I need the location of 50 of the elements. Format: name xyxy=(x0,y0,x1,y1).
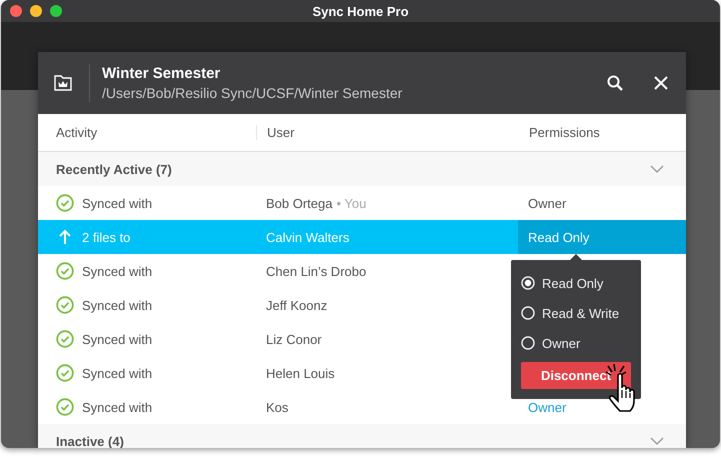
window-title: Sync Home Pro xyxy=(312,4,409,18)
permission-option[interactable]: Read & Write xyxy=(521,298,631,328)
user-name: Kos xyxy=(266,400,288,414)
user-name: Chen Lin’s Drobo xyxy=(266,264,366,278)
activity-text: 2 files to xyxy=(82,230,130,244)
folder-title: Winter Semester xyxy=(102,65,222,82)
check-circle-icon xyxy=(56,398,74,416)
option-label: Read Only xyxy=(542,276,604,290)
user-name: Jeff Koonz xyxy=(266,298,328,312)
chevron-down-icon[interactable] xyxy=(650,165,664,173)
radio-button[interactable] xyxy=(521,276,535,290)
zoom-window-button[interactable] xyxy=(50,5,62,17)
group-label: Recently Active (7) xyxy=(56,162,172,176)
minimize-window-button[interactable] xyxy=(30,5,42,17)
user-name: Calvin Walters xyxy=(266,230,350,244)
user-name: Liz Conor xyxy=(266,332,322,346)
activity-text: Synced with xyxy=(82,366,152,380)
search-button[interactable] xyxy=(606,74,624,92)
check-circle-icon xyxy=(56,296,74,314)
check-circle-icon xyxy=(56,330,74,348)
user-name: Bob Ortega xyxy=(266,196,332,210)
group-header[interactable]: Inactive (4) xyxy=(38,424,686,448)
check-circle-icon xyxy=(56,194,74,212)
option-label: Read & Write xyxy=(542,306,620,320)
column-header[interactable]: Permissions xyxy=(529,125,600,140)
permission-text[interactable]: Owner xyxy=(528,196,566,210)
column-header[interactable]: Activity xyxy=(56,125,98,140)
close-window-button[interactable] xyxy=(10,5,22,17)
radio-button[interactable] xyxy=(521,336,535,350)
disconnect-button[interactable]: Disconnect xyxy=(521,362,631,389)
check-circle-icon xyxy=(56,262,74,280)
folder-path: /Users/Bob/Resilio Sync/UCSF/Winter Semester xyxy=(102,85,404,101)
you-note: • You xyxy=(336,196,366,210)
chevron-down-icon[interactable] xyxy=(650,437,664,445)
activity-text: Synced with xyxy=(82,196,152,210)
permission-option[interactable]: Read Only xyxy=(521,268,631,298)
activity-text: Synced with xyxy=(82,298,152,312)
group-header[interactable]: Recently Active (7) xyxy=(38,152,686,186)
radio-button[interactable] xyxy=(521,306,535,320)
check-circle-icon xyxy=(56,364,74,382)
folder-icon xyxy=(54,74,72,92)
option-label: Owner xyxy=(542,336,580,350)
activity-text: Synced with xyxy=(82,332,152,346)
permission-option[interactable]: Owner xyxy=(521,328,631,358)
activity-text: Synced with xyxy=(82,400,152,414)
group-label: Inactive (4) xyxy=(56,434,124,448)
close-button[interactable] xyxy=(652,74,670,92)
activity-text: Synced with xyxy=(82,264,152,278)
user-name: Helen Louis xyxy=(266,366,335,380)
column-header[interactable]: User xyxy=(267,125,294,140)
